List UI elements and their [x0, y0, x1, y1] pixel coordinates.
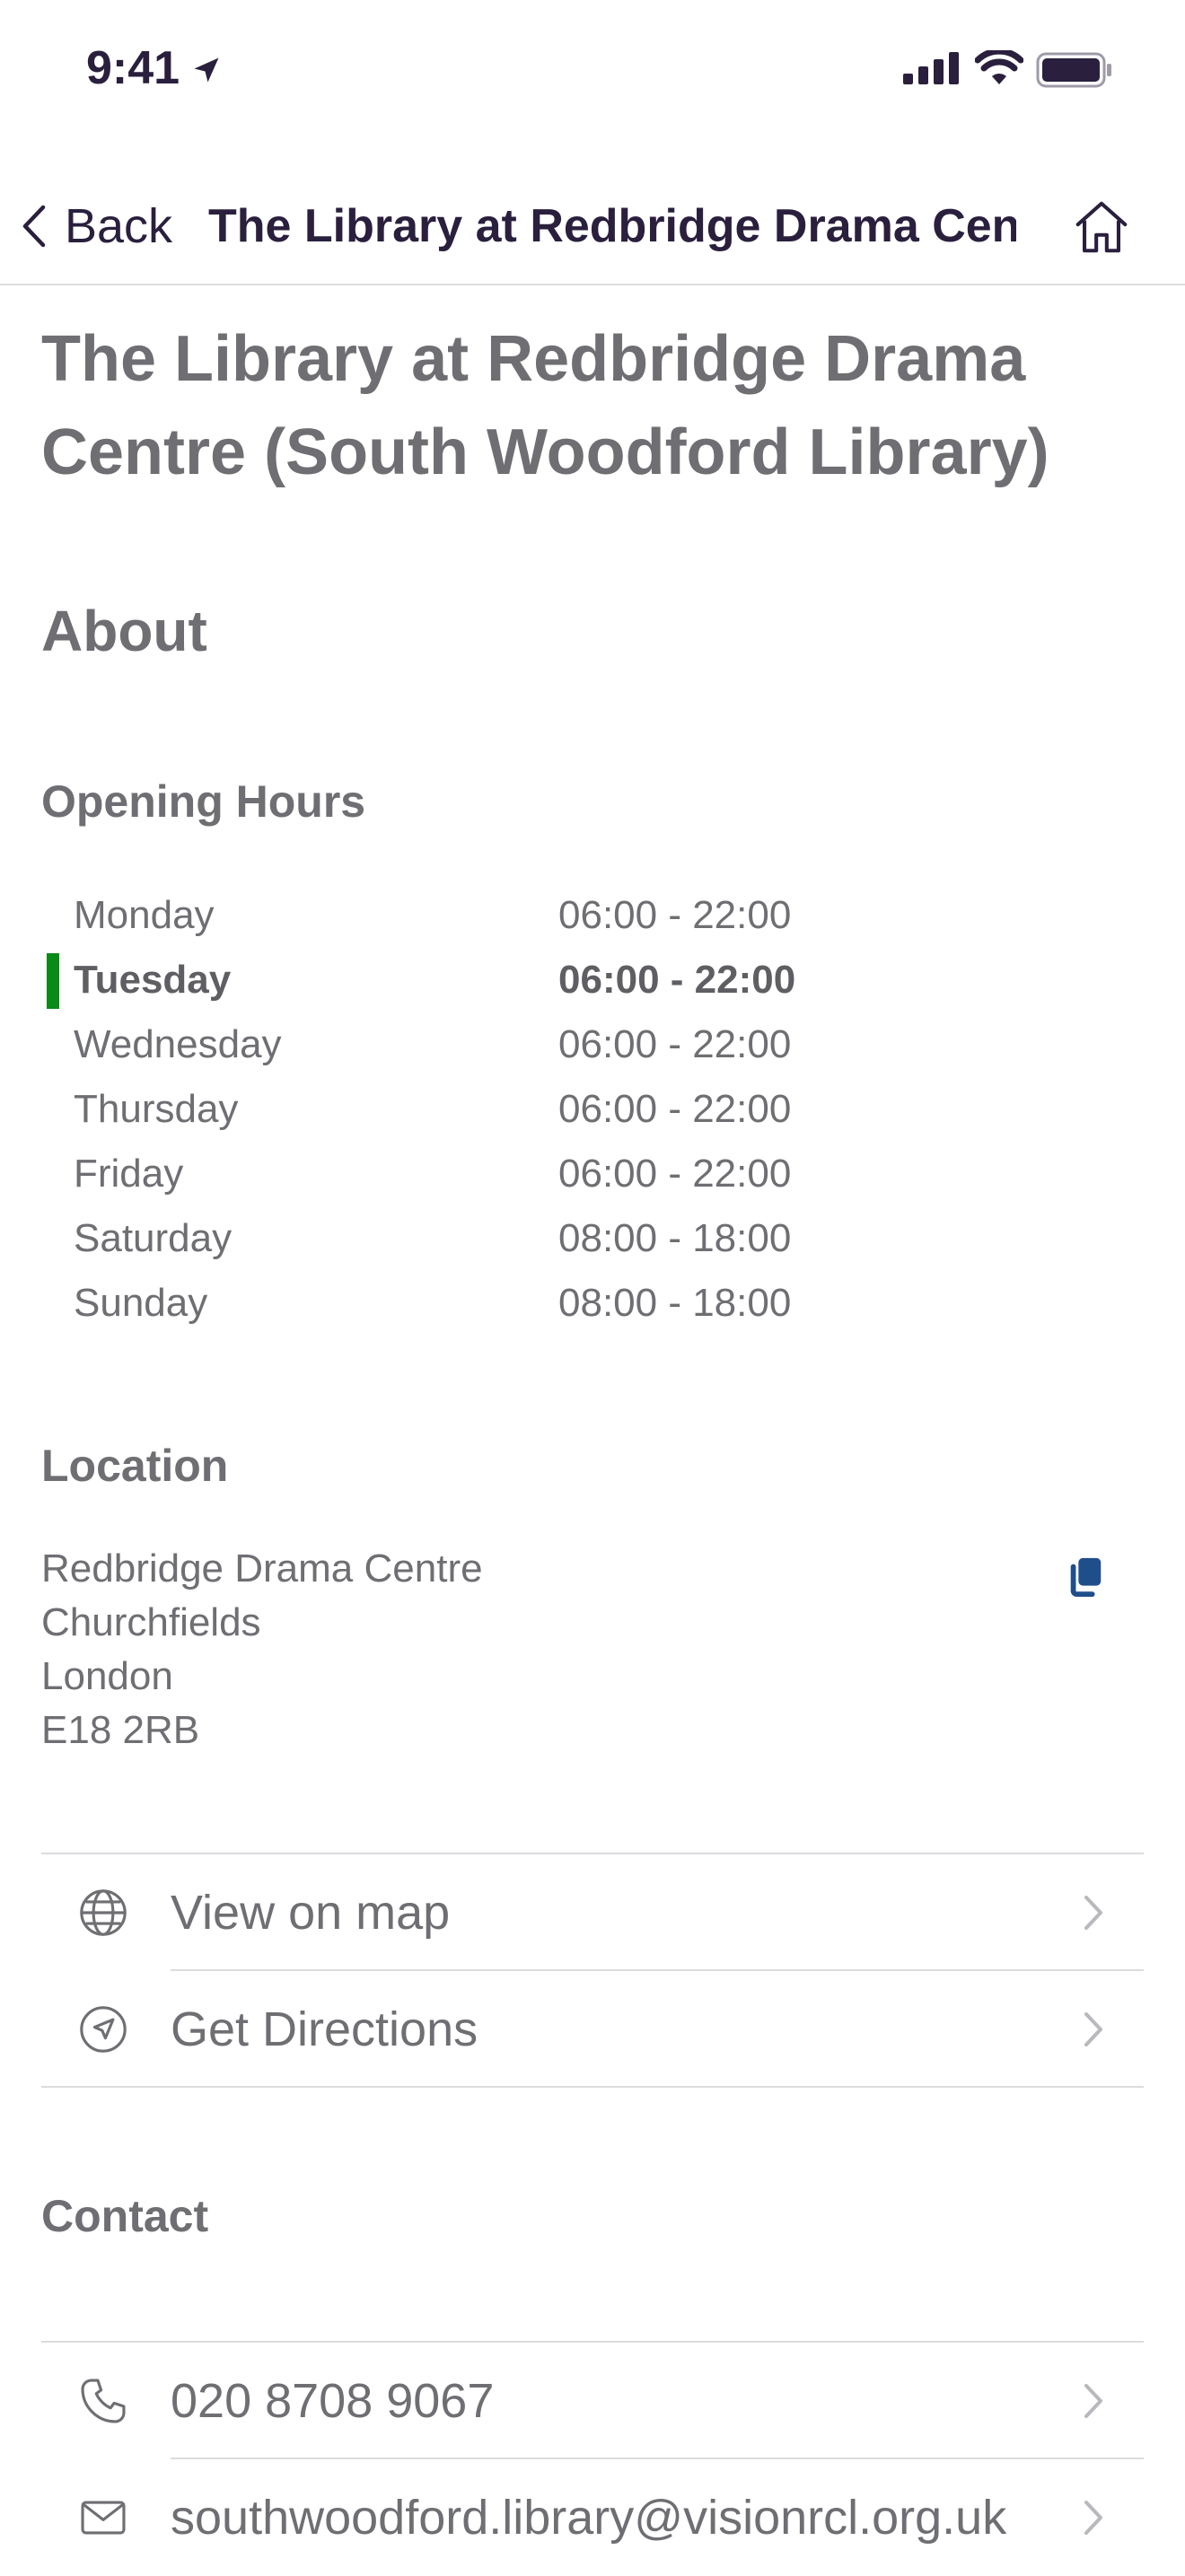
nav-title: The Library at Redbridge Drama Centre (S… [208, 200, 1016, 252]
email-row[interactable]: southwoodford.library@visionrcl.org.uk [41, 2459, 1144, 2576]
globe-icon [80, 1889, 127, 1936]
chevron-right-icon [1084, 2012, 1102, 2046]
hours-value: 06:00 - 22:00 [558, 958, 796, 1002]
cellular-signal-icon [903, 52, 959, 84]
day-label: Tuesday [74, 958, 232, 1002]
hours-value: 06:00 - 22:00 [558, 1022, 792, 1066]
hours-value: 08:00 - 18:00 [558, 1216, 792, 1260]
hours-row-friday: Friday 06:00 - 22:00 [41, 1142, 1119, 1206]
battery-icon [1036, 52, 1111, 88]
phone-row[interactable]: 020 8708 9067 [41, 2343, 1144, 2459]
hours-value: 06:00 - 22:00 [558, 1087, 792, 1131]
day-label: Thursday [74, 1087, 239, 1131]
address: Redbridge Drama Centre Churchfields Lond… [41, 1542, 483, 1757]
hours-row-tuesday: Tuesday 06:00 - 22:00 [41, 948, 1119, 1012]
hours-row-sunday: Sunday 08:00 - 18:00 [41, 1271, 1119, 1336]
address-line: London [41, 1654, 173, 1698]
directions-icon [80, 2006, 127, 2053]
status-bar: 9:41 [0, 0, 1185, 144]
hours-row-saturday: Saturday 08:00 - 18:00 [41, 1206, 1119, 1271]
chevron-left-icon [22, 205, 46, 248]
day-label: Monday [74, 893, 215, 937]
hours-value: 06:00 - 22:00 [558, 893, 792, 937]
view-on-map-label: View on map [171, 1886, 451, 1940]
phone-label: 020 8708 9067 [171, 2374, 495, 2428]
chevron-right-icon [1084, 2384, 1102, 2418]
mail-icon [81, 2501, 126, 2535]
hours-row-monday: Monday 06:00 - 22:00 [41, 883, 1119, 948]
divider [41, 2086, 1144, 2088]
day-label: Sunday [74, 1281, 208, 1325]
home-icon[interactable] [1070, 196, 1133, 258]
hours-row-wednesday: Wednesday 06:00 - 22:00 [41, 1012, 1119, 1077]
back-label: Back [65, 199, 173, 253]
day-label: Wednesday [74, 1022, 282, 1066]
hours-row-thursday: Thursday 06:00 - 22:00 [41, 1077, 1119, 1142]
address-line: Redbridge Drama Centre [41, 1546, 483, 1590]
hours-value: 08:00 - 18:00 [558, 1281, 792, 1325]
opening-hours-table: Monday 06:00 - 22:00 Tuesday 06:00 - 22:… [41, 883, 1119, 1336]
hours-value: 06:00 - 22:00 [558, 1152, 792, 1196]
wifi-icon [975, 50, 1023, 84]
location-actions: View on map Get Directions [41, 1853, 1144, 2088]
chevron-right-icon [1084, 2501, 1102, 2535]
about-heading: About [41, 599, 207, 663]
back-button[interactable]: Back [18, 197, 172, 255]
contact-list: 020 8708 9067 southwoodford.library@visi… [41, 2341, 1144, 2576]
address-line: E18 2RB [41, 1708, 200, 1752]
opening-hours-heading: Opening Hours [41, 776, 366, 827]
view-on-map-row[interactable]: View on map [41, 1854, 1144, 1971]
navigation-bar: Back The Library at Redbridge Drama Cent… [0, 144, 1185, 285]
copy-icon[interactable] [1065, 1555, 1106, 1599]
address-line: Churchfields [41, 1600, 261, 1644]
phone-icon [81, 2379, 126, 2423]
contact-heading: Contact [41, 2191, 209, 2241]
get-directions-row[interactable]: Get Directions [41, 1971, 1144, 2088]
chevron-right-icon [1084, 1896, 1102, 1930]
status-time: 9:41 [86, 42, 180, 94]
email-label: southwoodford.library@visionrcl.org.uk [171, 2491, 1007, 2545]
page-title: The Library at Redbridge Drama Centre (S… [41, 323, 1049, 488]
location-arrow-icon [194, 57, 219, 83]
location-heading: Location [41, 1441, 229, 1491]
get-directions-label: Get Directions [171, 2002, 478, 2056]
day-label: Friday [74, 1152, 184, 1196]
day-label: Saturday [74, 1216, 233, 1260]
today-indicator [47, 953, 59, 1009]
